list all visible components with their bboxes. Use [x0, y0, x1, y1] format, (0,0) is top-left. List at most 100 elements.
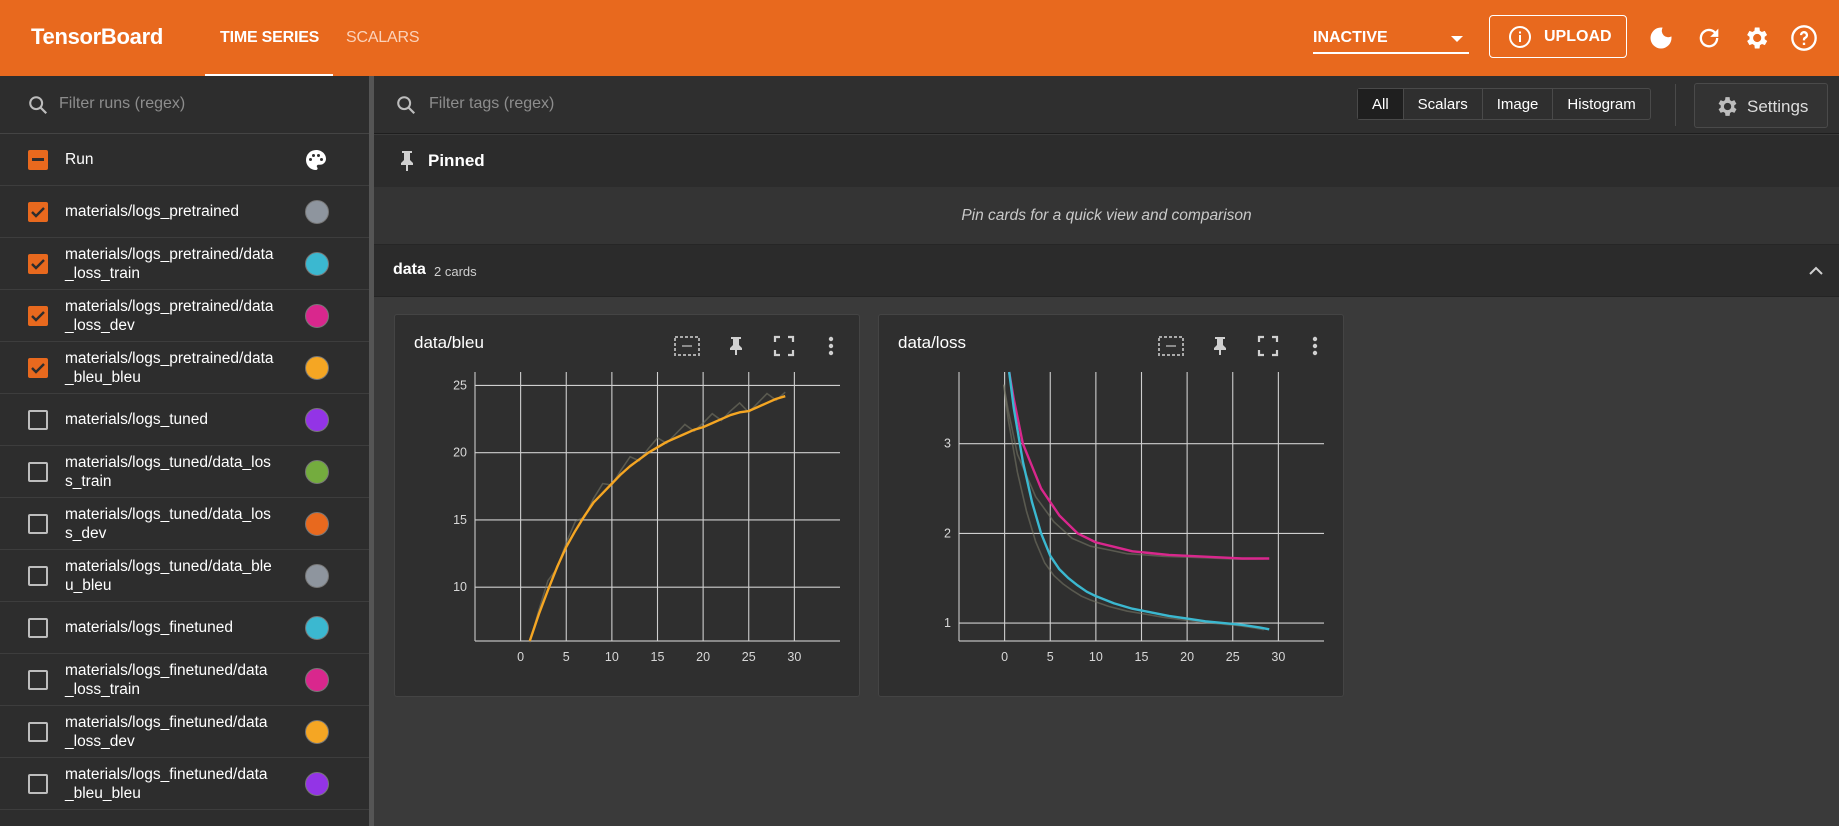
run-checkbox[interactable] — [28, 410, 48, 430]
x-tick-label: 10 — [605, 650, 619, 664]
run-checkbox[interactable] — [28, 722, 48, 742]
run-name: materials/logs_pretrained/data _loss_tra… — [65, 246, 274, 282]
run-checkbox[interactable] — [28, 462, 48, 482]
filter-histogram-button[interactable]: Histogram — [1553, 89, 1649, 119]
x-tick-label: 15 — [651, 650, 665, 664]
top-app-bar: TensorBoard TIME SERIES SCALARS INACTIVE… — [0, 0, 1839, 76]
run-row[interactable]: materials/logs_finetuned/data _loss_dev — [0, 706, 369, 758]
run-color-swatch[interactable] — [305, 720, 329, 744]
run-row[interactable]: materials/logs_tuned/data_los s_train — [0, 446, 369, 498]
chevron-up-icon[interactable] — [1808, 263, 1824, 279]
run-filter-placeholder: Filter runs (regex) — [59, 95, 186, 112]
x-tick-label: 20 — [696, 650, 710, 664]
run-row[interactable]: materials/logs_pretrained — [0, 186, 369, 238]
gear-icon[interactable] — [1742, 24, 1770, 52]
run-header-row: Run — [0, 134, 369, 186]
search-icon — [29, 96, 48, 115]
x-tick-label: 0 — [1001, 650, 1008, 664]
search-icon — [397, 96, 416, 115]
run-filter-field[interactable]: Filter runs (regex) — [0, 76, 369, 134]
x-tick-label: 10 — [1089, 650, 1103, 664]
upload-label: UPLOAD — [1544, 28, 1612, 45]
run-row[interactable]: materials/logs_pretrained/data _loss_tra… — [0, 238, 369, 290]
pinned-empty-message: Pin cards for a quick view and compariso… — [374, 187, 1839, 245]
line-chart-loss[interactable]: 0 5 10 15 20 25 30 1 2 3 — [879, 315, 1345, 698]
run-row[interactable]: materials/logs_tuned/data_ble u_bleu — [0, 550, 369, 602]
y-tick-label: 15 — [453, 513, 467, 527]
y-tick-label: 25 — [453, 378, 467, 392]
card-group-header[interactable]: data 2 cards — [374, 245, 1839, 297]
group-card-count: 2 cards — [434, 264, 477, 279]
line-chart-bleu[interactable]: 0 5 10 15 20 25 30 10 15 20 25 — [395, 315, 861, 698]
run-color-swatch[interactable] — [305, 304, 329, 328]
run-color-swatch[interactable] — [305, 356, 329, 380]
run-row[interactable]: materials/logs_finetuned/data _loss_trai… — [0, 654, 369, 706]
scalar-card-loss: data/loss 0 5 10 15 20 25 30 1 2 3 — [878, 314, 1344, 697]
x-tick-label: 30 — [1271, 650, 1285, 664]
run-color-swatch[interactable] — [305, 408, 329, 432]
run-color-swatch[interactable] — [305, 252, 329, 276]
runs-sidebar: Filter runs (regex) Run materials/logs_p… — [0, 76, 369, 826]
check-icon — [31, 207, 45, 218]
check-icon — [31, 363, 45, 374]
x-tick-label: 25 — [742, 650, 756, 664]
filter-all-button[interactable]: All — [1358, 89, 1404, 119]
tag-filter-bar: Filter tags (regex) All Scalars Image Hi… — [374, 76, 1839, 134]
run-color-swatch[interactable] — [305, 616, 329, 640]
pinned-section-header: Pinned — [374, 135, 1839, 187]
refresh-icon[interactable] — [1695, 24, 1723, 52]
run-checkbox[interactable] — [28, 670, 48, 690]
run-color-swatch[interactable] — [305, 200, 329, 224]
run-row[interactable]: materials/logs_finetuned/data _bleu_bleu — [0, 758, 369, 810]
tag-filter-placeholder[interactable]: Filter tags (regex) — [429, 95, 554, 113]
run-checkbox[interactable] — [28, 254, 48, 274]
run-name: materials/logs_tuned — [65, 411, 209, 428]
run-checkbox[interactable] — [28, 566, 48, 586]
settings-button[interactable]: Settings — [1694, 83, 1828, 128]
run-name: materials/logs_finetuned — [65, 619, 234, 636]
run-checkbox[interactable] — [28, 618, 48, 638]
run-color-swatch[interactable] — [305, 512, 329, 536]
run-color-swatch[interactable] — [305, 668, 329, 692]
run-row[interactable]: materials/logs_tuned — [0, 394, 369, 446]
run-checkbox[interactable] — [28, 202, 48, 222]
upload-button[interactable]: UPLOAD — [1489, 15, 1627, 58]
y-tick-label: 2 — [944, 526, 951, 540]
select-all-checkbox[interactable] — [28, 150, 48, 170]
run-row[interactable]: materials/logs_pretrained/data _loss_dev — [0, 290, 369, 342]
palette-icon[interactable] — [304, 148, 328, 172]
scalar-card-bleu: data/bleu 0 5 10 15 20 25 30 10 15 20 25 — [394, 314, 860, 697]
y-tick-label: 3 — [944, 437, 951, 451]
run-checkbox[interactable] — [28, 774, 48, 794]
settings-label: Settings — [1747, 97, 1809, 116]
tab-scalars[interactable]: SCALARS — [346, 29, 419, 47]
run-color-swatch[interactable] — [305, 460, 329, 484]
run-checkbox[interactable] — [28, 358, 48, 378]
run-color-swatch[interactable] — [305, 564, 329, 588]
run-name: materials/logs_tuned/data_los s_dev — [65, 506, 271, 542]
run-name: materials/logs_pretrained/data _bleu_ble… — [65, 350, 274, 386]
tab-time-series[interactable]: TIME SERIES — [220, 29, 319, 47]
toolbar-divider — [1675, 84, 1676, 126]
run-name: materials/logs_finetuned/data _loss_dev — [65, 714, 268, 750]
run-name: materials/logs_pretrained — [65, 203, 240, 220]
run-name: materials/logs_pretrained/data _loss_dev — [65, 298, 274, 334]
help-icon[interactable] — [1790, 24, 1818, 52]
gear-icon — [1718, 97, 1737, 116]
run-row[interactable]: materials/logs_pretrained/data _bleu_ble… — [0, 342, 369, 394]
theme-moon-icon[interactable] — [1647, 24, 1675, 52]
run-row[interactable]: materials/logs_tuned/data_los s_dev — [0, 498, 369, 550]
x-tick-label: 15 — [1135, 650, 1149, 664]
run-color-swatch[interactable] — [305, 772, 329, 796]
pin-icon — [401, 151, 413, 171]
run-name: materials/logs_finetuned/data _bleu_bleu — [65, 766, 268, 802]
filter-image-button[interactable]: Image — [1483, 89, 1554, 119]
reload-status-select[interactable]: INACTIVE — [1313, 26, 1469, 54]
filter-scalars-button[interactable]: Scalars — [1404, 89, 1483, 119]
run-name: materials/logs_tuned/data_los s_train — [65, 454, 271, 490]
run-checkbox[interactable] — [28, 514, 48, 534]
run-row[interactable]: materials/logs_finetuned — [0, 602, 369, 654]
app-brand: TensorBoard — [31, 24, 163, 49]
x-tick-label: 20 — [1180, 650, 1194, 664]
run-checkbox[interactable] — [28, 306, 48, 326]
